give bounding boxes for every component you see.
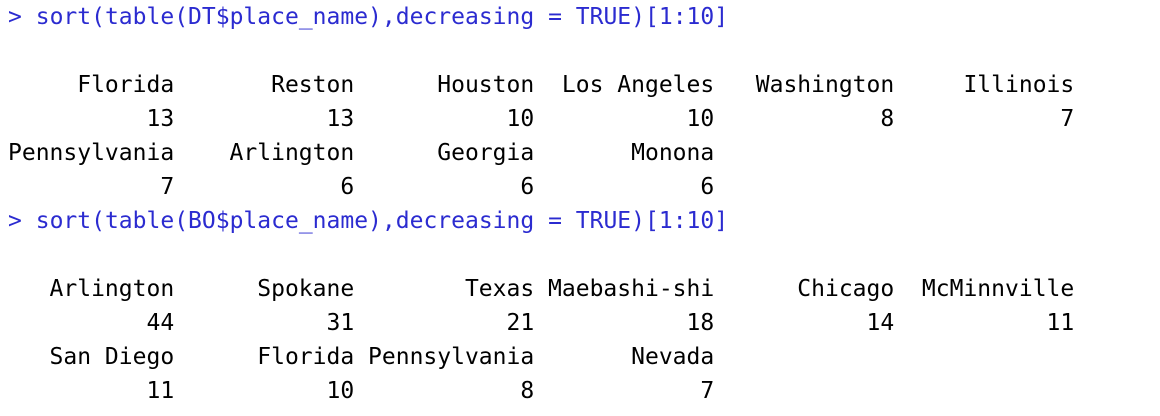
output-line: 7 6 6 6 [8, 174, 715, 200]
prompt-symbol: > [8, 4, 22, 30]
output-line: 11 10 8 7 [8, 378, 715, 404]
output-line: Pennsylvania Arlington Georgia Monona [8, 140, 715, 166]
output-line: 44 31 21 18 14 11 [8, 310, 1075, 336]
command-line: > sort(table(DT$place_name),decreasing =… [8, 0, 728, 34]
prompt-symbol: > [8, 208, 22, 234]
output-line: Florida Reston Houston Los Angeles Washi… [8, 72, 1075, 98]
command-text: sort(table(BO$place_name),decreasing = T… [35, 208, 729, 234]
output-line: 13 13 10 10 8 7 [8, 106, 1075, 132]
output-line: San Diego Florida Pennsylvania Nevada [8, 344, 715, 370]
command-line: > sort(table(BO$place_name),decreasing =… [8, 204, 728, 238]
command-text: sort(table(DT$place_name),decreasing = T… [35, 4, 729, 30]
r-console: > sort(table(DT$place_name),decreasing =… [0, 0, 1160, 416]
output-line: Arlington Spokane Texas Maebashi-shi Chi… [8, 276, 1075, 302]
